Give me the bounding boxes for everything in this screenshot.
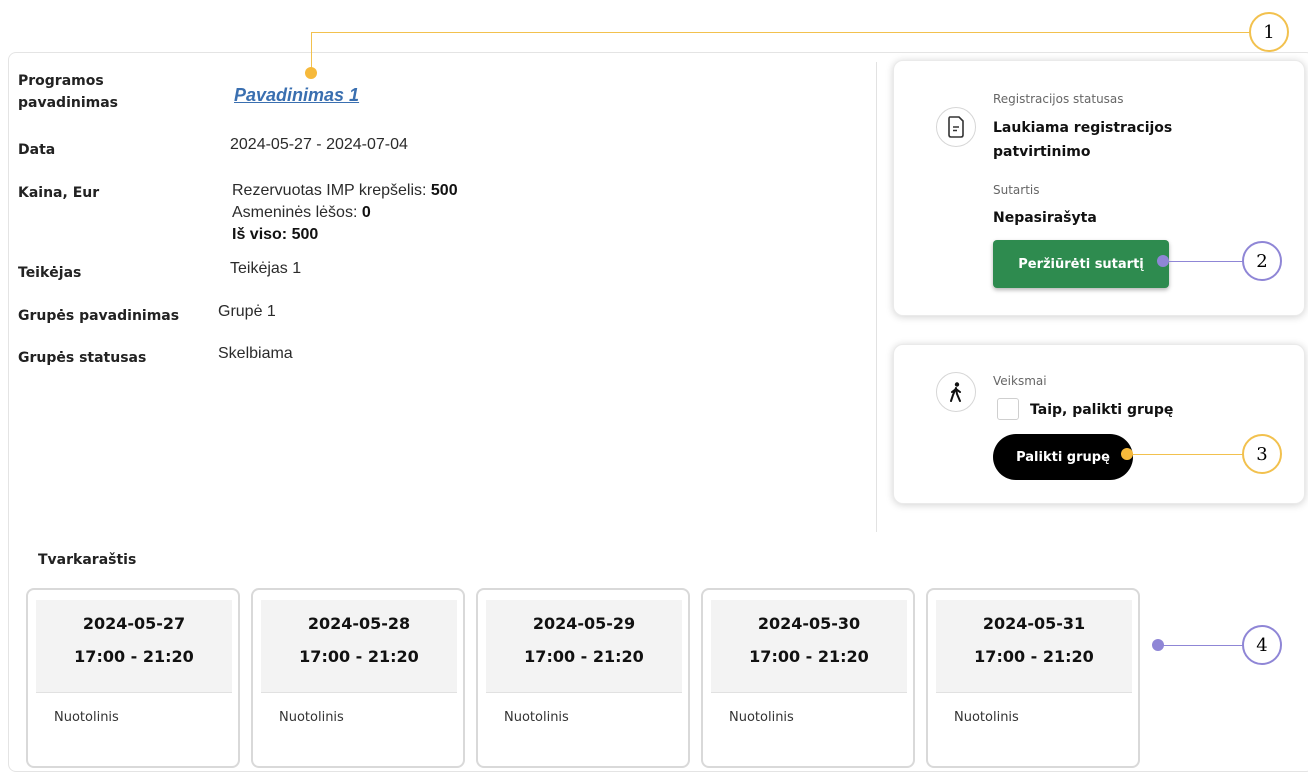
callout-2-leader bbox=[1163, 261, 1243, 262]
leave-group-checkbox[interactable] bbox=[997, 398, 1019, 420]
total-value: 500 bbox=[291, 226, 319, 243]
price-breakdown: Rezervuotas IMP krepšelis: 500 Asmeninės… bbox=[232, 180, 458, 246]
callout-3: 3 bbox=[1242, 434, 1282, 474]
document-icon bbox=[936, 107, 976, 147]
schedule-card-header: 2024-05-31 17:00 - 21:20 bbox=[936, 600, 1132, 692]
schedule-mode: Nuotolinis bbox=[279, 710, 344, 725]
schedule-mode: Nuotolinis bbox=[54, 710, 119, 725]
schedule-date: 2024-05-30 bbox=[757, 614, 861, 633]
date-label: Data bbox=[18, 142, 56, 158]
schedule-card: 2024-05-28 17:00 - 21:20 Nuotolinis bbox=[251, 588, 465, 768]
actions-card bbox=[893, 344, 1305, 504]
callout-1: 1 bbox=[1249, 12, 1289, 52]
schedule-card-header: 2024-05-27 17:00 - 21:20 bbox=[36, 600, 232, 692]
schedule-mode: Nuotolinis bbox=[504, 710, 569, 725]
schedule-divider bbox=[711, 692, 907, 693]
registration-status-value: Laukiama registracijos patvirtinimo bbox=[993, 120, 1173, 160]
leave-group-checkbox-label: Taip, palikti grupę bbox=[1030, 402, 1174, 418]
total-label: Iš viso: bbox=[232, 226, 288, 243]
schedule-date: 2024-05-28 bbox=[307, 614, 411, 633]
schedule-time: 17:00 - 21:20 bbox=[74, 647, 194, 666]
view-contract-button[interactable]: Peržiūrėti sutartį bbox=[993, 240, 1169, 288]
schedule-divider bbox=[486, 692, 682, 693]
group-status-value: Skelbiama bbox=[218, 345, 293, 362]
reserved-label: Rezervuotas IMP krepšelis: bbox=[232, 182, 427, 199]
group-name-label: Grupės pavadinimas bbox=[18, 308, 180, 324]
program-name-link[interactable]: Pavadinimas 1 bbox=[234, 85, 359, 106]
schedule-title: Tvarkaraštis bbox=[38, 552, 137, 568]
schedule-time: 17:00 - 21:20 bbox=[299, 647, 419, 666]
schedule-divider bbox=[936, 692, 1132, 693]
schedule-date: 2024-05-29 bbox=[532, 614, 636, 633]
reserved-value: 500 bbox=[430, 182, 458, 199]
callout-3-dot bbox=[1121, 448, 1133, 460]
provider-value: Teikėjas 1 bbox=[230, 260, 302, 277]
schedule-mode: Nuotolinis bbox=[954, 710, 1019, 725]
callout-4: 4 bbox=[1242, 625, 1282, 665]
schedule-card-header: 2024-05-28 17:00 - 21:20 bbox=[261, 600, 457, 692]
callout-4-leader bbox=[1158, 645, 1244, 646]
callout-4-dot bbox=[1152, 639, 1164, 651]
schedule-time: 17:00 - 21:20 bbox=[524, 647, 644, 666]
schedule-divider bbox=[261, 692, 457, 693]
contract-label: Sutartis bbox=[993, 183, 1040, 197]
personal-funds-label: Asmeninės lėšos: bbox=[232, 204, 358, 221]
schedule-divider bbox=[36, 692, 232, 693]
callout-1-leader bbox=[311, 32, 1257, 33]
group-name-value: Grupė 1 bbox=[218, 303, 276, 320]
schedule-time: 17:00 - 21:20 bbox=[974, 647, 1094, 666]
callout-3-leader bbox=[1127, 454, 1243, 455]
callout-1-dot bbox=[305, 67, 317, 79]
personal-funds-value: 0 bbox=[361, 204, 371, 221]
vertical-divider bbox=[876, 62, 877, 532]
program-name-label: Programos pavadinimas bbox=[18, 73, 118, 111]
callout-2-dot bbox=[1157, 255, 1169, 267]
schedule-card: 2024-05-29 17:00 - 21:20 Nuotolinis bbox=[476, 588, 690, 768]
callout-2: 2 bbox=[1242, 241, 1282, 281]
schedule-date: 2024-05-27 bbox=[82, 614, 186, 633]
schedule-card: 2024-05-30 17:00 - 21:20 Nuotolinis bbox=[701, 588, 915, 768]
schedule-time: 17:00 - 21:20 bbox=[749, 647, 869, 666]
schedule-card: 2024-05-27 17:00 - 21:20 Nuotolinis bbox=[26, 588, 240, 768]
contract-value: Nepasirašyta bbox=[993, 210, 1097, 226]
actions-label: Veiksmai bbox=[993, 374, 1047, 388]
registration-status-label: Registracijos statusas bbox=[993, 92, 1124, 106]
leave-group-button[interactable]: Palikti grupę bbox=[993, 434, 1133, 480]
schedule-card-header: 2024-05-29 17:00 - 21:20 bbox=[486, 600, 682, 692]
schedule-card: 2024-05-31 17:00 - 21:20 Nuotolinis bbox=[926, 588, 1140, 768]
schedule-date: 2024-05-31 bbox=[982, 614, 1086, 633]
walking-person-icon bbox=[936, 372, 976, 412]
group-status-label: Grupės statusas bbox=[18, 350, 147, 366]
schedule-mode: Nuotolinis bbox=[729, 710, 794, 725]
provider-label: Teikėjas bbox=[18, 265, 82, 281]
date-value: 2024-05-27 - 2024-07-04 bbox=[230, 136, 408, 153]
price-label: Kaina, Eur bbox=[18, 185, 100, 201]
callout-1-leader-vertical bbox=[311, 32, 312, 72]
schedule-card-header: 2024-05-30 17:00 - 21:20 bbox=[711, 600, 907, 692]
